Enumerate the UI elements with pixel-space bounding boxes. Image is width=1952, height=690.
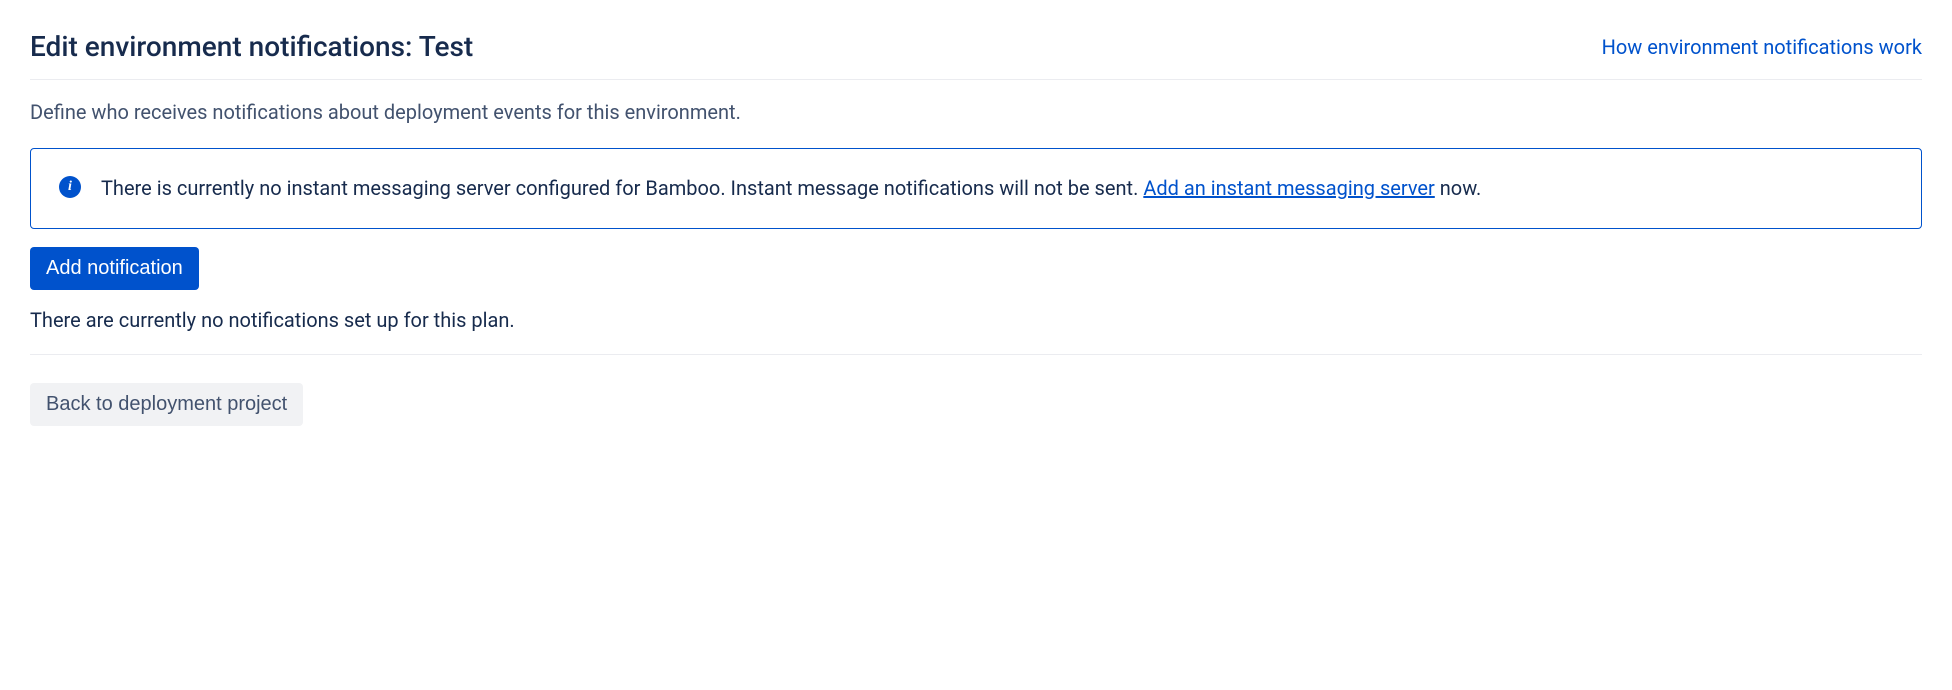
info-panel: i There is currently no instant messagin… bbox=[30, 148, 1922, 229]
help-link[interactable]: How environment notifications work bbox=[1602, 35, 1922, 59]
page-header: Edit environment notifications: Test How… bbox=[30, 30, 1922, 80]
add-notification-button[interactable]: Add notification bbox=[30, 247, 199, 290]
add-im-server-link[interactable]: Add an instant messaging server bbox=[1143, 176, 1434, 200]
empty-state-text: There are currently no notifications set… bbox=[30, 308, 1922, 355]
page-description: Define who receives notifications about … bbox=[30, 100, 1922, 124]
info-message: There is currently no instant messaging … bbox=[101, 173, 1481, 204]
back-to-project-button[interactable]: Back to deployment project bbox=[30, 383, 303, 426]
info-text-before: There is currently no instant messaging … bbox=[101, 176, 1143, 200]
info-icon: i bbox=[59, 176, 81, 198]
page-title: Edit environment notifications: Test bbox=[30, 30, 473, 63]
info-text-after: now. bbox=[1435, 176, 1482, 200]
